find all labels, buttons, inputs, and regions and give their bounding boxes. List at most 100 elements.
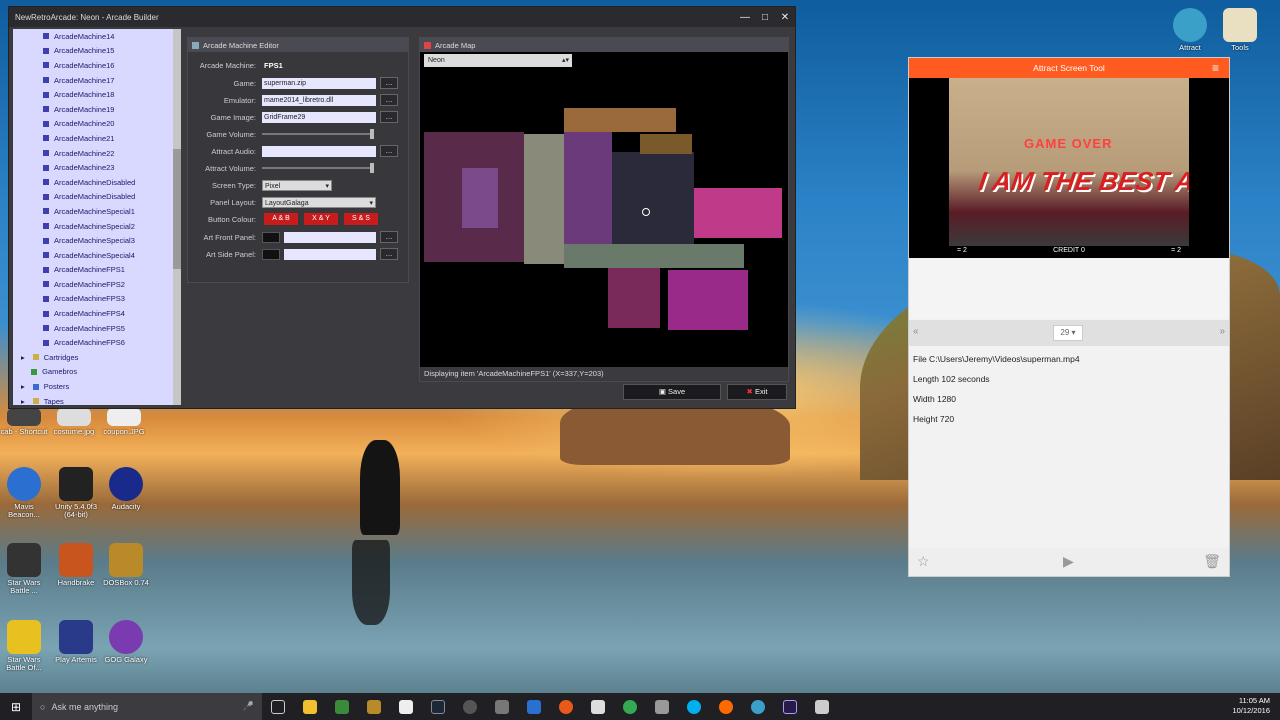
taskbar-app[interactable] — [518, 693, 550, 720]
taskbar-app[interactable] — [454, 693, 486, 720]
desktop-icon-gog[interactable]: GOG Galaxy — [102, 620, 150, 664]
tree-item[interactable]: ArcadeMachine23 — [13, 160, 181, 175]
taskbar-app[interactable] — [646, 693, 678, 720]
tree-item[interactable]: ArcadeMachine17 — [13, 73, 181, 88]
desktop-icon-audacity[interactable]: Audacity — [102, 467, 150, 511]
image-field[interactable]: GridFrame29 — [262, 111, 376, 123]
panel-layout-select[interactable]: LayoutGalaga ▾ — [262, 196, 376, 208]
save-button[interactable]: ▣ Save — [623, 384, 721, 400]
next-page-button[interactable]: » — [1219, 326, 1225, 337]
close-button[interactable]: ✕ — [775, 12, 795, 23]
taskbar-app[interactable] — [486, 693, 518, 720]
star-icon[interactable]: ☆ — [917, 553, 930, 570]
taskbar-app[interactable] — [614, 693, 646, 720]
tree-item[interactable]: ArcadeMachineSpecial1 — [13, 204, 181, 219]
taskbar-app[interactable] — [582, 693, 614, 720]
desktop-icon-mavis[interactable]: Mavis Beacon... — [0, 467, 48, 519]
tree-item[interactable]: ArcadeMachineDisabled — [13, 190, 181, 205]
game-field[interactable]: superman.zip — [262, 77, 376, 89]
taskbar-app[interactable] — [326, 693, 358, 720]
clock[interactable]: 11:05 AM 10/12/2016 — [1232, 696, 1270, 716]
microphone-icon[interactable]: 🎤 — [243, 701, 254, 712]
tree-scrollbar[interactable] — [173, 29, 181, 405]
expand-arrow-icon[interactable]: ▸ — [21, 397, 25, 405]
tree-group[interactable]: ▸ Posters — [13, 379, 181, 394]
tree-item[interactable]: ArcadeMachineDisabled — [13, 175, 181, 190]
colour-ab-button[interactable]: A & B — [264, 213, 298, 225]
tree-item[interactable]: ArcadeMachine20 — [13, 117, 181, 132]
scrollbar-thumb[interactable] — [173, 149, 181, 269]
tree-item[interactable]: ArcadeMachineSpecial2 — [13, 219, 181, 234]
tree-item[interactable]: ArcadeMachineFPS2 — [13, 277, 181, 292]
screen-type-select[interactable]: Pixel ▾ — [262, 179, 332, 191]
prev-page-button[interactable]: « — [913, 326, 919, 337]
art-front-swatch[interactable] — [262, 231, 280, 243]
game-browse-button[interactable]: ... — [380, 77, 398, 89]
desktop-icon-cab[interactable]: cab - Shortcut — [0, 408, 48, 436]
hamburger-menu-icon[interactable]: ≡ — [1212, 61, 1219, 75]
expand-arrow-icon[interactable] — [21, 367, 23, 376]
tree-item[interactable]: ArcadeMachine22 — [13, 146, 181, 161]
tree-item[interactable]: ArcadeMachineFPS5 — [13, 321, 181, 336]
art-front-browse-button[interactable]: ... — [380, 231, 398, 243]
start-button[interactable]: ⊞ — [0, 693, 32, 720]
taskbar-app[interactable] — [390, 693, 422, 720]
trash-icon[interactable]: 🗑 — [1203, 553, 1221, 570]
maximize-button[interactable]: □ — [755, 12, 775, 23]
exit-button[interactable]: ✖ Exit — [727, 384, 787, 400]
desktop-icon-artemis[interactable]: Play Artemis — [52, 620, 100, 664]
art-side-swatch[interactable] — [262, 248, 280, 260]
search-box[interactable]: ○ Ask me anything 🎤 — [32, 693, 262, 720]
taskbar-app[interactable] — [806, 693, 838, 720]
taskbar-app[interactable] — [710, 693, 742, 720]
video-preview[interactable]: GAME OVER I AM THE BEST ARTIS = 2 CREDIT… — [909, 78, 1229, 258]
tree-group[interactable]: Gamebros — [13, 365, 181, 380]
art-front-field[interactable] — [284, 231, 376, 243]
desktop-icon-costume[interactable]: costume.jpg — [50, 408, 98, 436]
taskbar-app[interactable] — [742, 693, 774, 720]
taskbar-app[interactable] — [422, 693, 454, 720]
tree-item[interactable]: ArcadeMachineSpecial4 — [13, 248, 181, 263]
colour-xy-button[interactable]: X & Y — [304, 213, 338, 225]
expand-arrow-icon[interactable]: ▸ — [21, 382, 25, 391]
desktop-icon-dosbox[interactable]: DOSBox 0.74 — [102, 543, 150, 587]
expand-arrow-icon[interactable]: ▸ — [21, 353, 25, 362]
taskbar-app[interactable] — [358, 693, 390, 720]
art-side-field[interactable] — [284, 248, 376, 260]
tree-item[interactable]: ArcadeMachine18 — [13, 87, 181, 102]
taskbar-app[interactable] — [294, 693, 326, 720]
image-browse-button[interactable]: ... — [380, 111, 398, 123]
page-select[interactable]: 29 ▾ — [1053, 325, 1083, 341]
art-side-browse-button[interactable]: ... — [380, 248, 398, 260]
item-tree[interactable]: ArcadeMachine14 ArcadeMachine15 ArcadeMa… — [13, 29, 181, 405]
game-volume-slider[interactable] — [262, 129, 374, 139]
tree-item[interactable]: ArcadeMachine16 — [13, 58, 181, 73]
tree-group[interactable]: ▸ Tapes — [13, 394, 181, 405]
task-view-button[interactable] — [262, 693, 294, 720]
tree-item[interactable]: ArcadeMachine14 — [13, 29, 181, 44]
desktop-icon-handbrake[interactable]: Handbrake — [52, 543, 100, 587]
desktop-icon-coupon[interactable]: coupon.JPG — [100, 408, 148, 436]
taskbar-app[interactable] — [678, 693, 710, 720]
colour-ss-button[interactable]: S & S — [344, 213, 378, 225]
desktop-icon-unity[interactable]: Unity 5.4.0f3 (64-bit) — [52, 467, 100, 519]
tree-item[interactable]: ArcadeMachineFPS3 — [13, 292, 181, 307]
tree-item[interactable]: ArcadeMachineSpecial3 — [13, 233, 181, 248]
attract-volume-slider[interactable] — [262, 163, 374, 173]
play-icon[interactable]: ▶ — [1063, 553, 1074, 570]
emulator-browse-button[interactable]: ... — [380, 94, 398, 106]
tree-item[interactable]: ArcadeMachine15 — [13, 44, 181, 59]
slider-knob[interactable] — [370, 163, 374, 173]
attract-audio-browse-button[interactable]: ... — [380, 145, 398, 157]
tree-item[interactable]: ArcadeMachine21 — [13, 131, 181, 146]
tree-item[interactable]: ArcadeMachineFPS1 — [13, 263, 181, 278]
desktop-icon-attract[interactable]: Attract — [1166, 8, 1214, 52]
tree-group[interactable]: ▸ Cartridges — [13, 350, 181, 365]
map-select[interactable]: Neon ▴▾ — [424, 54, 572, 67]
tree-item[interactable]: ArcadeMachineFPS6 — [13, 335, 181, 350]
slider-knob[interactable] — [370, 129, 374, 139]
desktop-icon-starwars2[interactable]: Star Wars Battle Of... — [0, 620, 48, 672]
taskbar-app[interactable] — [550, 693, 582, 720]
minimize-button[interactable]: — — [735, 12, 755, 23]
desktop-icon-tools[interactable]: Tools — [1216, 8, 1264, 52]
